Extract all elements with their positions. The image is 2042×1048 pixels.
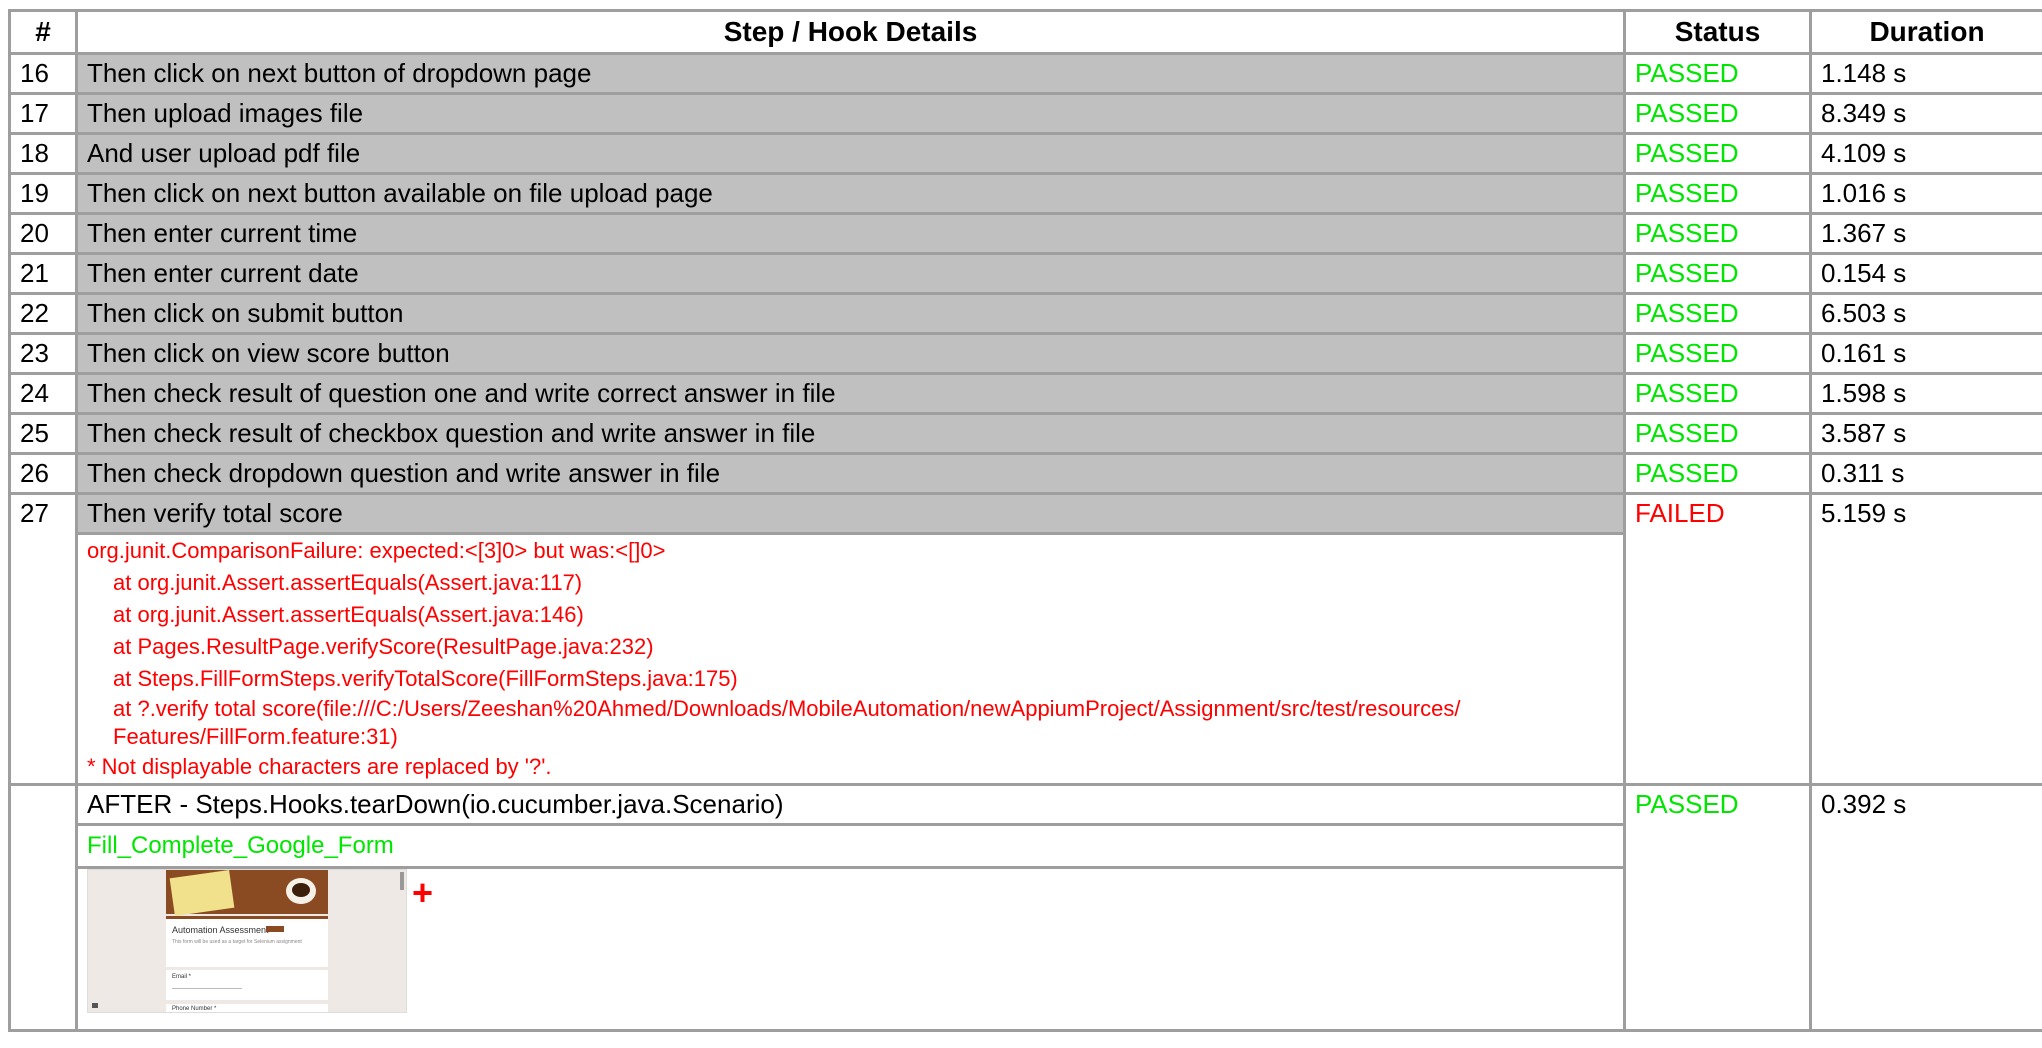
step-number: 22: [8, 292, 78, 335]
status-badge: FAILED: [1623, 492, 1812, 786]
step-number: 17: [8, 92, 78, 135]
table-row: 19 Then click on next button available o…: [8, 172, 2042, 215]
status-badge: PASSED: [1623, 332, 1812, 375]
form-subtitle: This form will be used as a target for S…: [172, 939, 302, 945]
hook-row: AFTER - Steps.Hooks.tearDown(io.cucumber…: [8, 783, 2042, 1032]
thumbnail-scrollbar: [400, 872, 404, 890]
form-phone-label: Phone Number *: [172, 1006, 217, 1012]
form-title-card: Automation Assessment This form will be …: [166, 916, 328, 967]
table-row: 26 Then check dropdown question and writ…: [8, 452, 2042, 495]
stack-frame: at Steps.FillFormSteps.verifyTotalScore(…: [113, 666, 738, 691]
step-number: 21: [8, 252, 78, 295]
step-text: Then upload images file: [75, 92, 1626, 135]
step-number: 19: [8, 172, 78, 215]
step-duration: 8.349 s: [1809, 92, 2042, 135]
step-duration: 1.016 s: [1809, 172, 2042, 215]
step-number: 27: [8, 492, 78, 786]
form-top-button: [266, 926, 284, 932]
status-badge: PASSED: [1623, 783, 1812, 1032]
table-row: 16 Then click on next button of dropdown…: [8, 52, 2042, 95]
step-text: Then click on view score button: [75, 332, 1626, 375]
status-badge: PASSED: [1623, 292, 1812, 335]
screenshot-cell: Automation Assessment This form will be …: [75, 866, 1626, 1032]
step-duration: 1.598 s: [1809, 372, 2042, 415]
stack-frame: at org.junit.Assert.assertEquals(Assert.…: [113, 602, 584, 627]
step-text: Then enter current time: [75, 212, 1626, 255]
hook-duration: 0.392 s: [1809, 783, 2042, 1032]
step-text: Then check dropdown question and write a…: [75, 452, 1626, 495]
hook-text: AFTER - Steps.Hooks.tearDown(io.cucumber…: [75, 783, 1626, 826]
header-num: #: [8, 9, 78, 55]
step-number: 23: [8, 332, 78, 375]
step-text: Then click on submit button: [75, 292, 1626, 335]
step-number: 18: [8, 132, 78, 175]
step-text: Then enter current date: [75, 252, 1626, 295]
status-badge: PASSED: [1623, 52, 1812, 95]
form-title: Automation Assessment: [172, 925, 269, 935]
error-note: * Not displayable characters are replace…: [87, 754, 552, 779]
status-badge: PASSED: [1623, 252, 1812, 295]
status-badge: PASSED: [1623, 132, 1812, 175]
step-duration: 4.109 s: [1809, 132, 2042, 175]
form-phone-card: Phone Number *: [166, 1004, 328, 1012]
table-row: 24 Then check result of question one and…: [8, 372, 2042, 415]
table-row: 25 Then check result of checkbox questio…: [8, 412, 2042, 455]
embed-name-link[interactable]: Fill_Complete_Google_Form: [75, 823, 1626, 869]
step-duration: 0.311 s: [1809, 452, 2042, 495]
step-text: Then check result of question one and wr…: [75, 372, 1626, 415]
status-badge: PASSED: [1623, 212, 1812, 255]
step-duration: 0.154 s: [1809, 252, 2042, 295]
step-duration: 5.159 s: [1809, 492, 2042, 786]
stack-frame: at Pages.ResultPage.verifyScore(ResultPa…: [113, 634, 654, 659]
step-number: 16: [8, 52, 78, 95]
stack-frame: at ?.verify total score(file:///C:/Users…: [113, 696, 1461, 749]
table-header-row: # Step / Hook Details Status Duration: [8, 9, 2042, 55]
form-header-image: [166, 870, 328, 916]
header-duration: Duration: [1809, 9, 2042, 55]
error-stacktrace: org.junit.ComparisonFailure: expected:<[…: [75, 532, 1626, 786]
table-row-failed: 27 Then verify total score FAILED 5.159 …: [8, 492, 2042, 786]
error-message: org.junit.ComparisonFailure: expected:<[…: [87, 538, 666, 563]
table-row: 20 Then enter current time PASSED 1.367 …: [8, 212, 2042, 255]
step-results-table: # Step / Hook Details Status Duration 16…: [8, 9, 2042, 1032]
step-duration: 3.587 s: [1809, 412, 2042, 455]
header-paper-shape: [169, 870, 235, 916]
step-text: Then click on next button available on f…: [75, 172, 1626, 215]
step-number: 25: [8, 412, 78, 455]
status-badge: PASSED: [1623, 92, 1812, 135]
form-email-line: [172, 988, 242, 989]
hook-number-cell: [8, 783, 78, 1032]
screenshot-thumbnail[interactable]: Automation Assessment This form will be …: [87, 870, 407, 1013]
status-badge: PASSED: [1623, 452, 1812, 495]
coffee-cup-icon: [286, 878, 316, 904]
step-text: Then verify total score: [75, 492, 1626, 535]
step-text: Then check result of checkbox question a…: [75, 412, 1626, 455]
form-email-card: Email *: [166, 970, 328, 1000]
step-duration: 6.503 s: [1809, 292, 2042, 335]
step-duration: 1.148 s: [1809, 52, 2042, 95]
step-number: 20: [8, 212, 78, 255]
status-badge: PASSED: [1623, 372, 1812, 415]
table-row: 21 Then enter current date PASSED 0.154 …: [8, 252, 2042, 295]
step-duration: 1.367 s: [1809, 212, 2042, 255]
table-row: 18 And user upload pdf file PASSED 4.109…: [8, 132, 2042, 175]
form-email-label: Email *: [172, 974, 192, 980]
table-row: 23 Then click on view score button PASSE…: [8, 332, 2042, 375]
status-badge: PASSED: [1623, 172, 1812, 215]
stack-frame: at org.junit.Assert.assertEquals(Assert.…: [113, 570, 583, 595]
step-text: And user upload pdf file: [75, 132, 1626, 175]
table-row: 17 Then upload images file PASSED 8.349 …: [8, 92, 2042, 135]
expand-plus-icon[interactable]: +: [412, 875, 433, 911]
status-badge: PASSED: [1623, 412, 1812, 455]
step-number: 24: [8, 372, 78, 415]
thumbnail-corner-icon: [92, 1003, 98, 1008]
step-text: Then click on next button of dropdown pa…: [75, 52, 1626, 95]
header-status: Status: [1623, 9, 1812, 55]
step-number: 26: [8, 452, 78, 495]
step-duration: 0.161 s: [1809, 332, 2042, 375]
table-row: 22 Then click on submit button PASSED 6.…: [8, 292, 2042, 335]
header-step: Step / Hook Details: [75, 9, 1626, 55]
